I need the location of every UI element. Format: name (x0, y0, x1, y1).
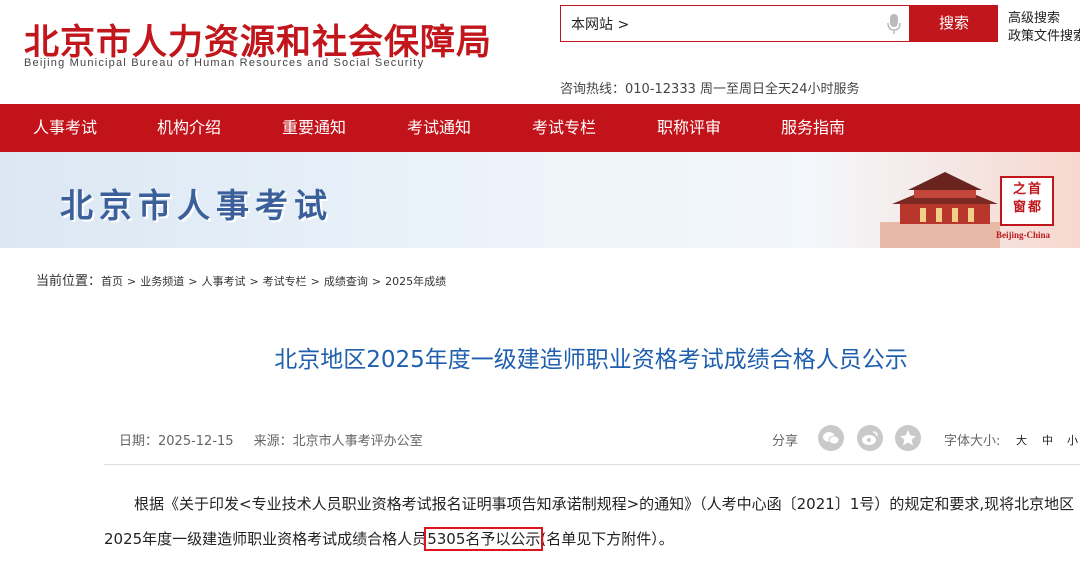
article-body-text-end: (名单见下方附件）。 (540, 530, 674, 548)
site-logo-english: Beijing Municipal Bureau of Human Resour… (24, 57, 425, 69)
breadcrumb-item-business[interactable]: 业务频道 (140, 275, 184, 288)
highlighted-count: 5305名予以公示 (424, 527, 544, 551)
nav-item-titles[interactable]: 职称评审 (657, 104, 721, 152)
star-glyph (900, 430, 916, 446)
advanced-search-link[interactable]: 高级搜索 (1008, 7, 1060, 26)
tiananmen-illustration (880, 172, 1000, 248)
breadcrumb-separator: > (310, 275, 320, 288)
breadcrumb-item-exam[interactable]: 人事考试 (201, 275, 245, 288)
weibo-icon[interactable] (857, 425, 883, 451)
article-body: 根据《关于印发<专业技术人员职业资格考试报名证明事项告知承诺制规程>的通知》（人… (104, 487, 1080, 557)
search-input[interactable]: 本网站 > (560, 5, 910, 42)
banner-title: 北京市人事考试 (60, 186, 333, 225)
seal-caption: Beijing-China (996, 230, 1051, 240)
wechat-glyph (823, 432, 840, 445)
breadcrumb-label: 当前位置： (36, 274, 102, 289)
breadcrumb-separator: > (188, 275, 198, 288)
breadcrumb: 当前位置：首页 > 业务频道 > 人事考试 > 考试专栏 > 成绩查询 >2025年成绩 (36, 270, 446, 289)
nav-item-exam-notices[interactable]: 考试通知 (407, 104, 471, 152)
font-size-label: 字体大小: (944, 434, 1001, 449)
share-label: 分享 (772, 434, 799, 449)
beijing-seal-logo: 之首 窗都 (1000, 176, 1054, 226)
article-source: 来源：北京市人事考评办公室 (253, 434, 423, 449)
font-size-large[interactable]: 大 (1016, 432, 1027, 448)
nav-item-about[interactable]: 机构介绍 (157, 104, 221, 152)
breadcrumb-item-home[interactable]: 首页 (101, 275, 123, 288)
breadcrumb-separator: > (371, 275, 382, 288)
font-size-medium[interactable]: 中 (1042, 432, 1053, 448)
star-icon[interactable] (895, 425, 921, 451)
nav-item-notices[interactable]: 重要通知 (282, 104, 346, 152)
search-button[interactable]: 搜索 (910, 5, 998, 42)
banner: 北京市人事考试 之首 窗都 Beijing-China (0, 152, 1080, 248)
nav-item-exam-column[interactable]: 考试专栏 (532, 104, 596, 152)
main-nav: 人事考试 机构介绍 重要通知 考试通知 考试专栏 职称评审 服务指南 (0, 104, 1080, 152)
article-title: 北京地区2025年度一级建造师职业资格考试成绩合格人员公示 (274, 347, 908, 373)
meta-divider (104, 464, 1080, 465)
breadcrumb-separator: > (127, 275, 137, 288)
article-date: 日期：2025-12-15 (119, 434, 234, 449)
breadcrumb-item-2025-scores[interactable]: 2025年成绩 (385, 275, 446, 288)
article-meta: 日期：2025-12-15 来源：北京市人事考评办公室 (119, 430, 443, 449)
breadcrumb-item-exam-column[interactable]: 考试专栏 (263, 275, 307, 288)
policy-search-link[interactable]: 政策文件搜索 (1008, 25, 1080, 44)
site-header: 北京市人力资源和社会保障局 Beijing Municipal Bureau o… (0, 0, 1080, 104)
wechat-icon[interactable] (818, 425, 844, 451)
font-size-small[interactable]: 小 (1067, 432, 1078, 448)
nav-item-exam[interactable]: 人事考试 (33, 104, 97, 152)
weibo-glyph (862, 431, 878, 445)
breadcrumb-separator: > (249, 275, 259, 288)
breadcrumb-item-score-query[interactable]: 成绩查询 (324, 275, 368, 288)
search-scope-selector[interactable]: 本网站 > (571, 14, 629, 34)
microphone-icon[interactable] (887, 13, 901, 35)
nav-item-guide[interactable]: 服务指南 (781, 104, 845, 152)
seal-text: 之首 窗都 (1012, 182, 1043, 215)
hotline-text: 咨询热线：010-12333 周一至周日全天24小时服务 (560, 82, 860, 97)
